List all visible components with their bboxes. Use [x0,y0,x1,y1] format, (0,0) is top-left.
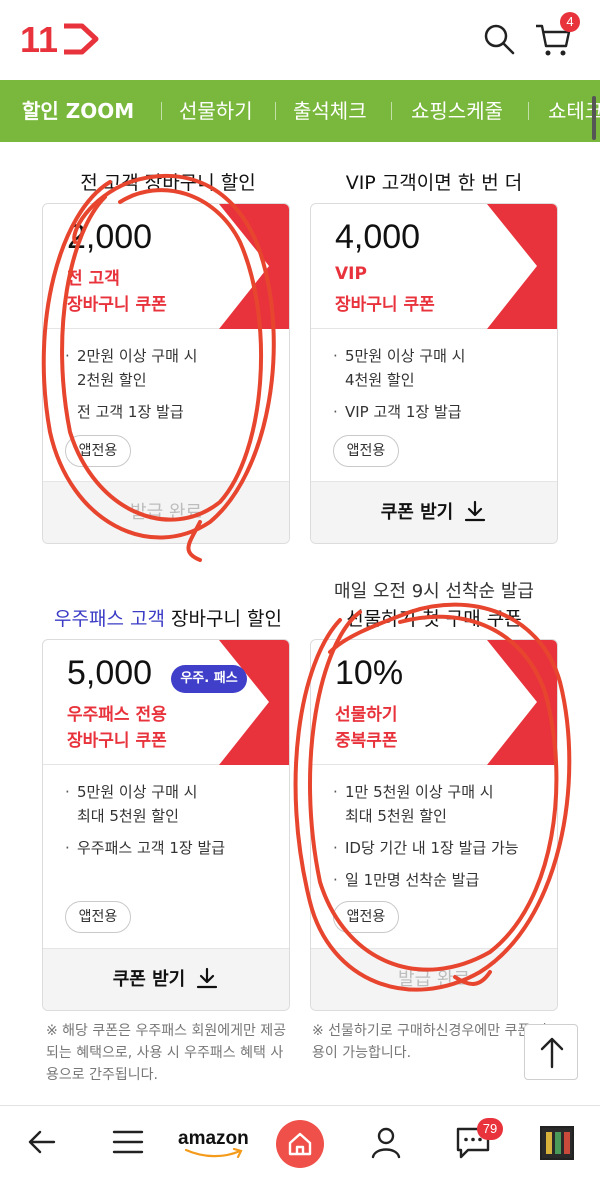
coupon-type: 장바구니 쿠폰 [335,295,435,315]
home-button[interactable] [276,1120,324,1168]
coupon-conditions: 5만원 이상 구매 시 4천원 할인 VIP 고객 1장 발급 [331,344,551,432]
top-header: 11 4 [0,0,600,80]
coupon-condition: 2만원 이상 구매 시 2천원 할인 [63,344,283,392]
nav-separator [391,102,392,120]
coupon-card-all-customers: 2,000 전 고객 장바구니 쿠폰 2만원 이상 구매 시 2천원 할인 전 … [42,203,290,544]
logo-text: 11 [20,20,58,58]
coupon-card-woojoo-pass: 5,000 우주. 패스 우주패스 전용 장바구니 쿠폰 5만원 이상 구매 시… [42,639,290,1011]
bottom-tab-bar: amazon 79 [0,1105,600,1193]
coupon-title: 우주패스 고객 장바구니 할인 [38,604,298,631]
thumbnail-stripe [555,1132,561,1154]
back-arrow-icon[interactable] [24,1124,60,1160]
scroll-to-top-button[interactable] [524,1024,578,1080]
issued-label: 발급 완료 [130,502,202,523]
my-page-icon[interactable] [368,1124,404,1160]
coupon-schedule-note: 매일 오전 9시 선착순 발급 [334,581,534,602]
nav-separator [161,102,162,120]
coupon-condition: 전 고객 1장 발급 [63,400,283,424]
nav-scroll-indicator [592,96,596,140]
coupon-ribbon [219,640,289,765]
amazon-label: amazon [178,1128,249,1149]
search-icon[interactable] [482,22,516,56]
coupon-condition: ID당 기간 내 1장 발급 가능 [331,836,551,860]
coupon-amount: 2,000 [67,218,153,256]
get-coupon-label: 쿠폰 받기 [380,502,454,523]
get-coupon-button[interactable]: 쿠폰 받기 [43,948,289,1010]
coupon-type: 중복쿠폰 [335,731,398,751]
download-icon [197,967,218,989]
coupon-amount: 10% [335,654,404,692]
cart-count-badge: 4 [560,12,580,32]
coupon-target: VIP [335,264,367,284]
coupon-card-head: 4,000 VIP 장바구니 쿠폰 [311,204,557,329]
coupon-title: VIP 고객이면 한 번 더 [345,172,523,194]
app-only-tag: 앱전용 [333,435,399,467]
amazon-smile-icon [184,1148,243,1158]
coupon-ribbon [487,204,557,329]
coupon-type: 장바구니 쿠폰 [67,295,167,315]
eleven-street-logo[interactable]: 11 [20,20,100,58]
menu-icon[interactable] [110,1124,146,1160]
nav-item-gift[interactable]: 선물하기 [179,80,253,142]
coupon-card-head: 2,000 전 고객 장바구니 쿠폰 [43,204,289,329]
app-only-tag: 앱전용 [333,901,399,933]
home-icon [288,1132,312,1156]
thumbnail-stripe [564,1132,570,1154]
coupon-title: 전 고객 장바구니 할인 [80,172,256,194]
nav-separator [275,102,276,120]
coupon-title: 선물하기 첫 구매 쿠폰 [346,608,522,630]
coupon-card-gift-first-purchase: 10% 선물하기 중복쿠폰 1만 5천원 이상 구매 시 최대 5천원 할인 I… [310,639,558,1011]
coupon-conditions: 1만 5천원 이상 구매 시 최대 5천원 할인 ID당 기간 내 1장 발급 … [331,780,551,900]
coupon-condition: 1만 5천원 이상 구매 시 최대 5천원 할인 [331,780,551,828]
coupon-ribbon [487,640,557,765]
thumbnail-stripe [546,1132,552,1154]
nav-item-attendance[interactable]: 출석체크 [293,80,367,142]
coupon-ribbon [219,204,289,329]
arrow-up-icon [540,1037,564,1069]
coupon-condition: 우주패스 고객 1장 발급 [63,836,283,860]
nav-separator [528,102,529,120]
coupon-condition: 5만원 이상 구매 시 최대 5천원 할인 [63,780,283,828]
issued-label: 발급 완료 [398,969,470,990]
gift-coupon-note: ※ 선물하기로 구매하신경우에만 쿠폰 사용이 가능합니다. [312,1023,548,1061]
coupon-content: 전 고객 장바구니 할인 2,000 전 고객 장바구니 쿠폰 2만원 이상 구… [0,142,600,1105]
download-icon [465,500,486,522]
category-nav: 할인 ZOOM 선물하기 출석체크 쇼핑스케줄 쇼테크 [0,80,600,142]
coupon-conditions: 5만원 이상 구매 시 최대 5천원 할인 우주패스 고객 1장 발급 [63,780,283,868]
app-only-tag: 앱전용 [65,435,131,467]
coupon-amount: 5,000 [67,654,153,692]
woojoo-pass-badge: 우주. 패스 [171,665,247,693]
coupon-card-head: 10% 선물하기 중복쿠폰 [311,640,557,765]
chat-count-badge: 79 [477,1118,503,1140]
coupon-title-highlight: 우주패스 고객 [54,608,165,630]
issued-button: 발급 완료 [43,481,289,543]
woojoo-pass-note: ※ 해당 쿠폰은 우주패스 회원에게만 제공되는 혜택으로, 사용 시 우주패스… [46,1023,287,1083]
coupon-card-head: 5,000 우주. 패스 우주패스 전용 장바구니 쿠폰 [43,640,289,765]
nav-item-discount-zoom[interactable]: 할인 ZOOM [22,80,134,142]
coupon-amount: 4,000 [335,218,421,256]
coupon-condition: 일 1만명 선착순 발급 [331,868,551,892]
amazon-link[interactable]: amazon [178,1128,249,1158]
coupon-title-rest: 장바구니 할인 [164,608,282,630]
coupon-condition: 5만원 이상 구매 시 4천원 할인 [331,344,551,392]
get-coupon-label: 쿠폰 받기 [112,969,186,990]
nav-item-shopping-schedule[interactable]: 쇼핑스케줄 [411,80,503,142]
coupon-type: 장바구니 쿠폰 [67,731,167,751]
coupon-target: 우주패스 전용 [67,705,167,725]
get-coupon-button[interactable]: 쿠폰 받기 [311,481,557,543]
app-only-tag: 앱전용 [65,901,131,933]
coupon-condition: VIP 고객 1장 발급 [331,400,551,424]
coupon-conditions: 2만원 이상 구매 시 2천원 할인 전 고객 1장 발급 [63,344,283,432]
coupon-card-vip: 4,000 VIP 장바구니 쿠폰 5만원 이상 구매 시 4천원 할인 VIP… [310,203,558,544]
recent-product-thumbnail[interactable] [540,1126,574,1160]
coupon-target: 선물하기 [335,705,398,725]
issued-button: 발급 완료 [311,948,557,1010]
coupon-target: 전 고객 [67,269,120,289]
